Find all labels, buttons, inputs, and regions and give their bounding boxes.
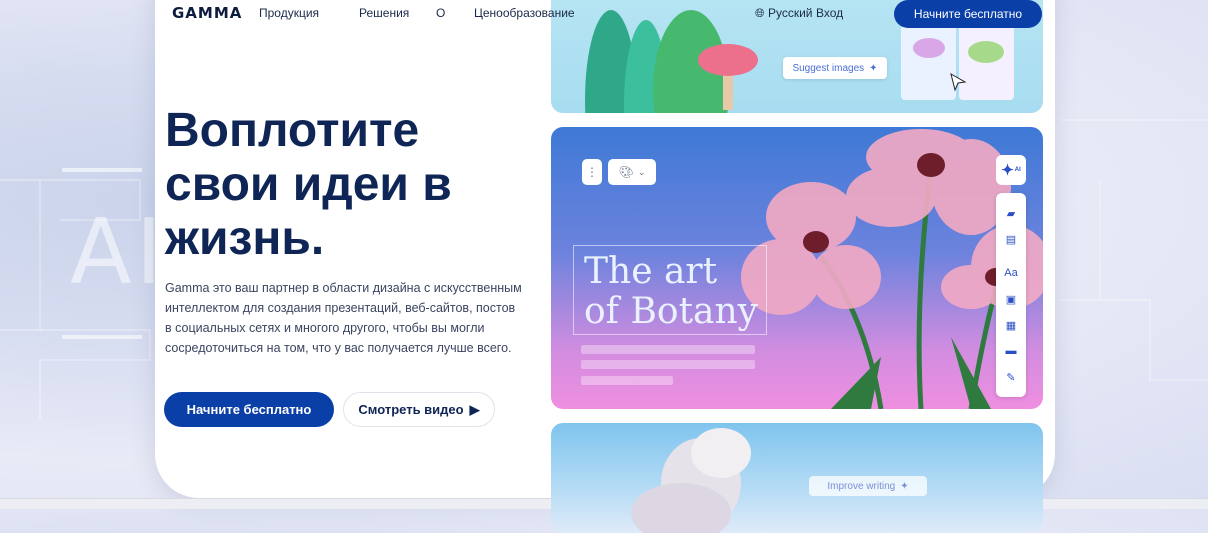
nav-link-about[interactable]: О — [436, 6, 445, 20]
sparkle-icon: ✦ — [900, 480, 909, 492]
nav-link-pricing[interactable]: Ценообразование — [474, 6, 575, 20]
card-mini-toolbar: ⋮ 🎨︎ ⌄ — [582, 159, 656, 185]
improve-writing-button[interactable]: Improve writing ✦ — [809, 476, 927, 496]
sparkle-icon: ✦ — [869, 62, 878, 74]
botany-title[interactable]: The art of Botany — [573, 245, 768, 335]
ai-sparkle-icon: ✦ — [1001, 162, 1014, 179]
text-placeholder — [581, 360, 755, 369]
language-selector[interactable]: 🌐︎ Русский — [755, 6, 812, 21]
drag-handle-icon[interactable]: ⋮ — [582, 159, 602, 185]
nav-link-products[interactable]: Продукция — [259, 6, 319, 20]
layout-icon[interactable]: ▤ — [996, 233, 1026, 246]
watch-video-button[interactable]: Смотреть видео ▶ — [343, 392, 495, 427]
nav-link-solutions[interactable]: Решения — [359, 6, 409, 20]
login-link[interactable]: Вход — [816, 6, 843, 20]
cloud-illustration — [631, 428, 751, 533]
cursor-icon — [950, 72, 967, 92]
text-tool-icon[interactable]: Aa — [996, 267, 1026, 279]
suggest-images-button[interactable]: Suggest images ✦ — [783, 57, 887, 79]
botany-card[interactable]: ⋮ 🎨︎ ⌄ The art of Botany ✦ AI ▰ ▤ Aa ▣ ▦… — [551, 127, 1043, 409]
hero-headline: Воплотите свои идеи в жизнь. — [165, 104, 452, 265]
image-icon[interactable]: ▣ — [996, 293, 1026, 306]
chevron-down-icon: ⌄ — [637, 166, 646, 177]
improve-writing-label: Improve writing — [827, 480, 896, 492]
ai-badge: AI — [1014, 167, 1021, 173]
side-toolbar: ▰ ▤ Aa ▣ ▦ ▬ ✎ — [996, 193, 1026, 397]
botany-title-line2: of Botany — [584, 291, 759, 332]
watch-video-label: Смотреть видео — [358, 402, 464, 417]
palette-icon: 🎨︎ — [618, 165, 634, 179]
nav-start-free-button[interactable]: Начните бесплатно — [894, 0, 1042, 28]
play-icon: ▶ — [469, 401, 480, 417]
gamma-logo[interactable]: GAMMA — [172, 4, 242, 22]
card-layout-icon[interactable]: ▰ — [996, 207, 1026, 220]
suggest-images-label: Suggest images — [792, 62, 865, 74]
language-label: Русский — [767, 6, 813, 20]
theme-palette-button[interactable]: 🎨︎ ⌄ — [608, 159, 656, 185]
top-navigation: GAMMA Продукция Решения О Ценообразовани… — [0, 0, 1208, 28]
hero-description: Gamma это ваш партнер в области дизайна … — [165, 281, 522, 355]
video-icon[interactable]: ▦ — [996, 319, 1026, 332]
edit-icon[interactable]: ✎ — [996, 371, 1026, 384]
ai-sparkle-button[interactable]: ✦ AI — [996, 155, 1026, 185]
text-placeholder — [581, 376, 673, 385]
globe-icon: 🌐︎ — [755, 6, 765, 20]
writing-card[interactable]: Improve writing ✦ — [551, 423, 1043, 533]
background-ai-watermark: AI — [70, 200, 167, 305]
botany-title-line1: The art — [584, 251, 718, 292]
text-placeholder — [581, 345, 755, 354]
start-free-button[interactable]: Начните бесплатно — [164, 392, 334, 427]
embed-icon[interactable]: ▬ — [996, 345, 1026, 357]
